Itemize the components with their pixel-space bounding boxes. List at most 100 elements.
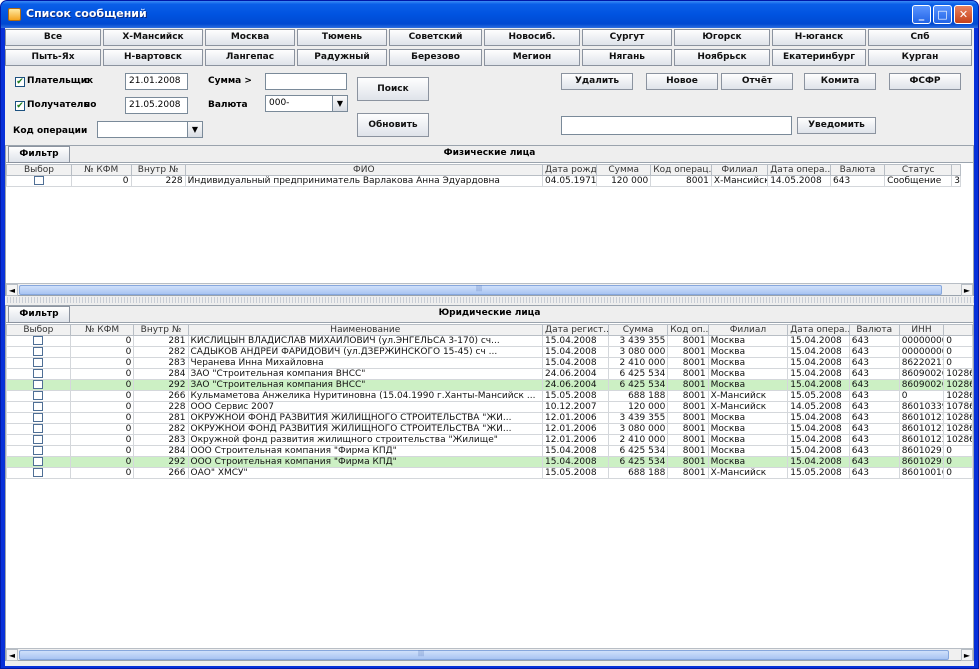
- region-button[interactable]: Н-юганск: [772, 29, 866, 46]
- currency-select[interactable]: 000- ▼: [265, 95, 348, 112]
- row-checkbox-cell[interactable]: [6, 335, 71, 347]
- column-header[interactable]: Валюта: [848, 324, 900, 336]
- table-row[interactable]: 0 284 ЗАО "Строительная компания ВНСС" 24.0…: [6, 368, 973, 380]
- select-checkbox[interactable]: [33, 424, 44, 433]
- region-button[interactable]: Сургут: [582, 29, 672, 46]
- column-header[interactable]: Внутр №: [133, 324, 189, 336]
- table-row[interactable]: 0 228 Индивидуальный предприниматель Варла…: [6, 175, 961, 187]
- column-header[interactable]: ИНН: [898, 324, 945, 336]
- row-checkbox-cell[interactable]: [6, 456, 71, 468]
- row-checkbox-cell[interactable]: [6, 357, 71, 369]
- region-button[interactable]: Курган: [868, 49, 972, 66]
- receiver-checkbox[interactable]: ✔: [15, 101, 25, 111]
- table-row[interactable]: 0 292 ЗАО "Строительная компания ВНСС" 24.0…: [6, 379, 973, 391]
- new-button[interactable]: Новое: [646, 73, 718, 90]
- region-button[interactable]: Нягань: [582, 49, 672, 66]
- column-header[interactable]: [943, 324, 973, 336]
- column-header[interactable]: Дата опера...: [787, 324, 850, 336]
- row-checkbox-cell[interactable]: [6, 412, 71, 424]
- region-button[interactable]: Тюмень: [297, 29, 387, 46]
- scroll-right-icon[interactable]: ►: [961, 284, 973, 296]
- select-checkbox[interactable]: [33, 347, 44, 356]
- column-header[interactable]: Филиал: [707, 324, 789, 336]
- table-row[interactable]: 0 283 Окружной фонд развития жилищного стр…: [6, 434, 973, 446]
- region-button[interactable]: Спб: [868, 29, 972, 46]
- region-button[interactable]: Ноябрьск: [674, 49, 770, 66]
- select-checkbox[interactable]: [33, 358, 44, 367]
- select-checkbox[interactable]: [33, 380, 44, 389]
- close-icon[interactable]: ✕: [954, 5, 973, 24]
- table-row[interactable]: 0 282 ОКРУЖНОЙ ФОНД РАЗВИТИЯ ЖИЛИЩНОГО СТР…: [6, 423, 973, 435]
- search-button[interactable]: Поиск: [357, 77, 429, 101]
- scroll-left-icon[interactable]: ◄: [6, 284, 18, 296]
- column-header[interactable]: Статус: [884, 164, 953, 176]
- table-row[interactable]: 0 281 ОКРУЖНОЙ ФОНД РАЗВИТИЯ ЖИЛИЩНОГО СТР…: [6, 412, 973, 424]
- scroll-left-icon[interactable]: ◄: [6, 649, 18, 661]
- row-checkbox-cell[interactable]: [6, 434, 71, 446]
- table-row[interactable]: 0 283 Черанева Инна Михайловна 15.04.2008 2 …: [6, 357, 973, 369]
- sum-input[interactable]: [265, 73, 347, 90]
- delete-button[interactable]: Удалить: [561, 73, 633, 90]
- region-button[interactable]: Н-вартовск: [103, 49, 203, 66]
- select-checkbox[interactable]: [33, 446, 44, 455]
- column-header[interactable]: Выбор: [6, 324, 71, 336]
- jur-hscrollbar[interactable]: ◄ ||| ►: [6, 648, 973, 661]
- table-row[interactable]: 0 266 ОАО" ХМСУ" 15.05.2008 688 188 8001 Х-Ман…: [6, 467, 973, 479]
- column-header[interactable]: Филиал: [710, 164, 769, 176]
- table-row[interactable]: 0 284 ООО Строительная компания "Фирма КПД…: [6, 445, 973, 457]
- report-button[interactable]: Отчёт: [721, 73, 793, 90]
- column-header[interactable]: Наименование: [187, 324, 544, 336]
- table-row[interactable]: 0 281 КИСЛИЦЫН ВЛАДИСЛАВ МИХАЙЛОВИЧ (ул.ЭН…: [6, 335, 973, 347]
- op-code-select[interactable]: ▼: [97, 121, 203, 138]
- row-checkbox-cell[interactable]: [6, 368, 71, 380]
- column-header[interactable]: [951, 164, 961, 176]
- column-header[interactable]: № КФМ: [70, 164, 132, 176]
- table-row[interactable]: 0 228 ООО Сервис 2007 10.12.2007 120 000 8001…: [6, 401, 973, 413]
- region-button[interactable]: Новосиб.: [484, 29, 580, 46]
- column-header[interactable]: Сумма: [596, 164, 652, 176]
- select-checkbox[interactable]: [33, 176, 44, 185]
- region-button[interactable]: Москва: [205, 29, 295, 46]
- table-row[interactable]: 0 266 Кульмаметова Анжелика Нуритиновна (1…: [6, 390, 973, 402]
- row-checkbox-cell[interactable]: [6, 175, 72, 187]
- to-date-field[interactable]: 21.05.2008: [125, 97, 188, 114]
- region-button[interactable]: Лангепас: [205, 49, 295, 66]
- select-checkbox[interactable]: [33, 391, 44, 400]
- payer-checkbox[interactable]: ✔: [15, 77, 25, 87]
- table-row[interactable]: 0 282 САДЫКОВ АНДРЕЙ ФАРИДОВИЧ (ул.ДЗЕРЖИН…: [6, 346, 973, 358]
- select-checkbox[interactable]: [33, 369, 44, 378]
- select-checkbox[interactable]: [33, 336, 44, 345]
- region-button[interactable]: Все: [5, 29, 101, 46]
- refresh-button[interactable]: Обновить: [357, 113, 429, 137]
- row-checkbox-cell[interactable]: [6, 346, 71, 358]
- chevron-down-icon[interactable]: ▼: [332, 96, 347, 111]
- select-checkbox[interactable]: [33, 402, 44, 411]
- column-header[interactable]: Валюта: [829, 164, 886, 176]
- fsfr-button[interactable]: ФСФР: [889, 73, 961, 90]
- phys-hscrollbar[interactable]: ◄ ||| ►: [6, 283, 973, 296]
- column-header[interactable]: Выбор: [6, 164, 72, 176]
- panel-splitter[interactable]: [5, 297, 974, 303]
- select-checkbox[interactable]: [33, 413, 44, 422]
- region-button[interactable]: Х-Мансийск: [103, 29, 203, 46]
- column-header[interactable]: Код оп...: [667, 324, 709, 336]
- select-checkbox[interactable]: [33, 457, 44, 466]
- komita-button[interactable]: Комита: [804, 73, 876, 90]
- region-button[interactable]: Пыть-Ях: [5, 49, 101, 66]
- region-button[interactable]: Березово: [389, 49, 482, 66]
- jur-scroll-thumb[interactable]: [19, 650, 949, 660]
- scroll-right-icon[interactable]: ►: [961, 649, 973, 661]
- row-checkbox-cell[interactable]: [6, 379, 71, 391]
- table-row[interactable]: 0 292 ООО Строительная компания "Фирма КПД…: [6, 456, 973, 468]
- select-checkbox[interactable]: [33, 435, 44, 444]
- column-header[interactable]: Дата рожде...: [541, 164, 598, 176]
- row-checkbox-cell[interactable]: [6, 445, 71, 457]
- column-header[interactable]: Сумма: [607, 324, 669, 336]
- column-header[interactable]: № КФМ: [69, 324, 135, 336]
- row-checkbox-cell[interactable]: [6, 390, 71, 402]
- title-bar[interactable]: Список сообщений _ □ ✕: [1, 1, 978, 28]
- row-checkbox-cell[interactable]: [6, 467, 71, 479]
- row-checkbox-cell[interactable]: [6, 401, 71, 413]
- region-button[interactable]: Югорск: [674, 29, 770, 46]
- chevron-down-icon[interactable]: ▼: [187, 122, 202, 137]
